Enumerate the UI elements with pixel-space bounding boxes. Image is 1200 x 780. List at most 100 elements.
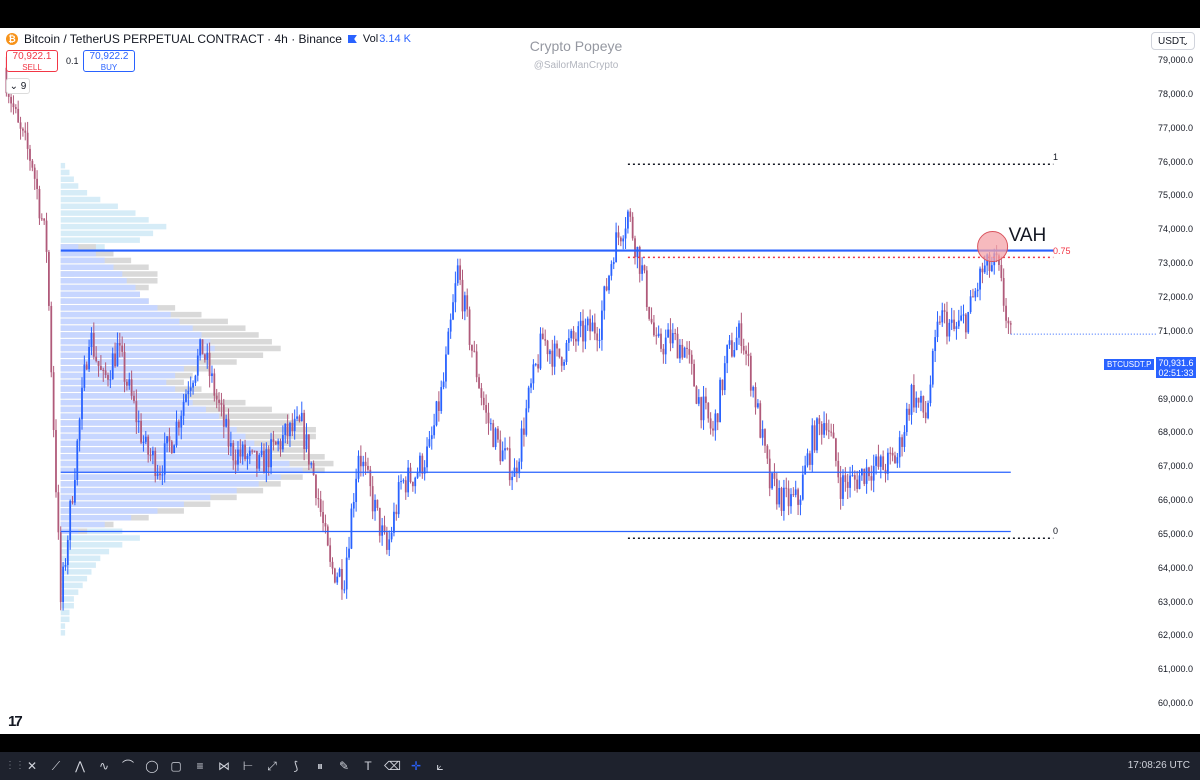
candle-body bbox=[203, 354, 206, 360]
candle-body bbox=[456, 265, 459, 284]
candle-body bbox=[258, 455, 261, 469]
utc-clock[interactable]: 17:08:26 UTC bbox=[1128, 760, 1190, 771]
sell-button[interactable]: 70,922.1 SELL bbox=[6, 50, 58, 72]
candle-body bbox=[912, 384, 915, 408]
candle-body bbox=[208, 352, 211, 377]
candle-body bbox=[598, 339, 601, 341]
price-tick: 62,000.0 bbox=[1158, 630, 1194, 641]
pitchfork-icon[interactable]: ⋀ bbox=[72, 758, 88, 774]
candle-body bbox=[657, 333, 660, 337]
symbol-title[interactable]: Bitcoin / TetherUS PERPETUAL CONTRACT · … bbox=[24, 32, 342, 46]
crosshair-icon[interactable]: ✕ bbox=[24, 758, 40, 774]
candle-body bbox=[206, 352, 209, 360]
xabcd-icon[interactable]: ⟆ bbox=[288, 758, 304, 774]
candle-body bbox=[872, 465, 875, 481]
candle-body bbox=[404, 480, 407, 493]
candle-body bbox=[272, 439, 275, 442]
candle-body bbox=[948, 322, 951, 337]
candle-body bbox=[173, 445, 176, 454]
candle-body bbox=[102, 369, 105, 371]
profile-bar bbox=[60, 325, 193, 331]
trendline-icon[interactable]: ⟋ bbox=[48, 758, 64, 774]
profile-bar bbox=[60, 379, 167, 386]
price-tick: 74,000.0 bbox=[1158, 224, 1194, 235]
candle-body bbox=[745, 350, 747, 354]
brush-icon[interactable]: ⌒ bbox=[120, 758, 136, 774]
candle-body bbox=[544, 339, 547, 341]
text-icon[interactable]: T bbox=[360, 758, 376, 774]
flag-icon[interactable] bbox=[347, 35, 357, 43]
candle-body bbox=[969, 296, 972, 313]
candle-body bbox=[747, 353, 750, 356]
profile-bar bbox=[60, 162, 66, 169]
candle-body bbox=[541, 333, 544, 340]
symbol-header[interactable]: ₿ Bitcoin / TetherUS PERPETUAL CONTRACT … bbox=[6, 32, 411, 46]
candle-body bbox=[225, 418, 228, 427]
candle-body bbox=[433, 425, 436, 436]
candle-body bbox=[454, 283, 457, 303]
candle-body bbox=[409, 467, 412, 483]
candle-body bbox=[255, 450, 258, 469]
candle-body bbox=[244, 444, 246, 460]
drag-handle-icon[interactable]: ⋮⋮ bbox=[5, 760, 25, 771]
candle-body bbox=[934, 337, 937, 351]
circle-icon[interactable]: ◯ bbox=[144, 758, 160, 774]
fib-icon[interactable]: ≡ bbox=[192, 758, 208, 774]
price-chart[interactable] bbox=[0, 28, 1200, 734]
measure-icon[interactable]: ⟀ bbox=[432, 758, 448, 774]
candle-body bbox=[482, 397, 485, 406]
candle-body bbox=[504, 448, 506, 451]
cursor-icon[interactable]: ✛ bbox=[408, 758, 424, 774]
candle-body bbox=[733, 350, 736, 357]
ruler-icon[interactable]: ⊢ bbox=[240, 758, 256, 774]
candle-body bbox=[591, 322, 594, 332]
candle-body bbox=[310, 463, 313, 465]
candle-body bbox=[511, 476, 514, 481]
eraser-icon[interactable]: ⌫ bbox=[384, 758, 401, 774]
candle-body bbox=[832, 432, 835, 439]
profile-bar bbox=[60, 508, 158, 514]
profile-bar bbox=[60, 318, 180, 325]
candle-body bbox=[738, 323, 740, 338]
candle-body bbox=[1000, 264, 1003, 279]
candle-body bbox=[560, 357, 563, 366]
note-icon[interactable]: ✎ bbox=[336, 758, 352, 774]
candle-body bbox=[851, 475, 854, 477]
pattern-icon[interactable]: ⋈ bbox=[216, 758, 232, 774]
profile-bar bbox=[60, 440, 255, 447]
profile-bar bbox=[60, 278, 127, 284]
candle-body bbox=[641, 265, 643, 274]
currency-selector[interactable]: USDT ⌄ bbox=[1151, 32, 1195, 50]
bar-countdown: 02:51:33 bbox=[1158, 368, 1194, 378]
fib-level-075-label: 0.75 bbox=[1053, 246, 1071, 256]
candle-body bbox=[586, 318, 589, 326]
candle-body bbox=[341, 569, 343, 590]
candle-body bbox=[943, 310, 946, 312]
sell-label: SELL bbox=[22, 63, 42, 72]
candle-body bbox=[742, 345, 745, 351]
candle-body bbox=[981, 268, 984, 273]
candle-body bbox=[556, 343, 558, 349]
candle-body bbox=[783, 487, 785, 511]
candle-body bbox=[605, 286, 608, 291]
buy-button[interactable]: 70,922.2 BUY bbox=[83, 50, 135, 72]
bars-pattern-icon[interactable]: ⏸ bbox=[312, 758, 328, 774]
price-tick: 67,000.0 bbox=[1158, 461, 1194, 472]
candle-body bbox=[792, 494, 795, 496]
path-icon[interactable]: ∿ bbox=[96, 758, 112, 774]
rectangle-icon[interactable]: ▢ bbox=[168, 758, 184, 774]
indicators-toggle[interactable]: ⌄ 9 bbox=[6, 78, 30, 94]
chart-pane[interactable]: ₿ Bitcoin / TetherUS PERPETUAL CONTRACT … bbox=[0, 28, 1200, 734]
projection-icon[interactable]: ⤢ bbox=[264, 758, 280, 774]
candle-body bbox=[721, 379, 724, 391]
candle-body bbox=[714, 413, 717, 431]
candle-body bbox=[128, 379, 131, 386]
candle-body bbox=[629, 211, 632, 217]
candle-body bbox=[931, 350, 934, 385]
profile-bar bbox=[60, 284, 136, 291]
candle-body bbox=[251, 450, 254, 452]
candle-body bbox=[653, 322, 655, 336]
bitcoin-icon: ₿ bbox=[6, 33, 18, 45]
candle-body bbox=[445, 354, 447, 382]
tradingview-logo[interactable]: 17 bbox=[8, 713, 23, 730]
